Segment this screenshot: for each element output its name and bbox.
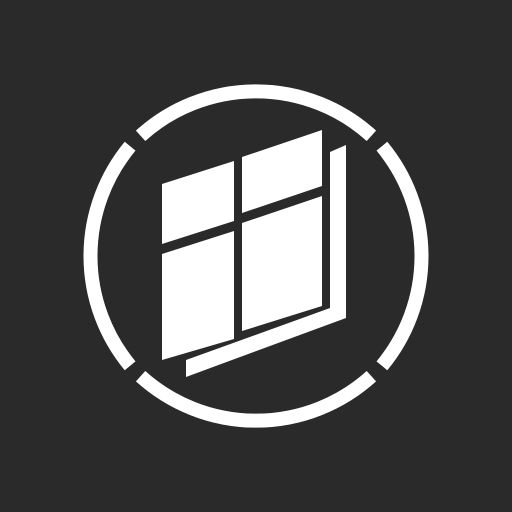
window-pane-bottom-left bbox=[162, 231, 234, 360]
window-pane-top-left bbox=[162, 161, 234, 244]
app-icon-canvas bbox=[0, 0, 512, 512]
window-logo-icon bbox=[83, 84, 429, 428]
ring-segment-left bbox=[83, 141, 136, 371]
window-pane-bottom-right bbox=[242, 196, 322, 331]
ring-segment-bottom bbox=[135, 371, 377, 428]
ring-segment-top bbox=[135, 84, 377, 141]
window-glyph bbox=[162, 130, 346, 377]
ring-segment-right bbox=[376, 141, 429, 371]
